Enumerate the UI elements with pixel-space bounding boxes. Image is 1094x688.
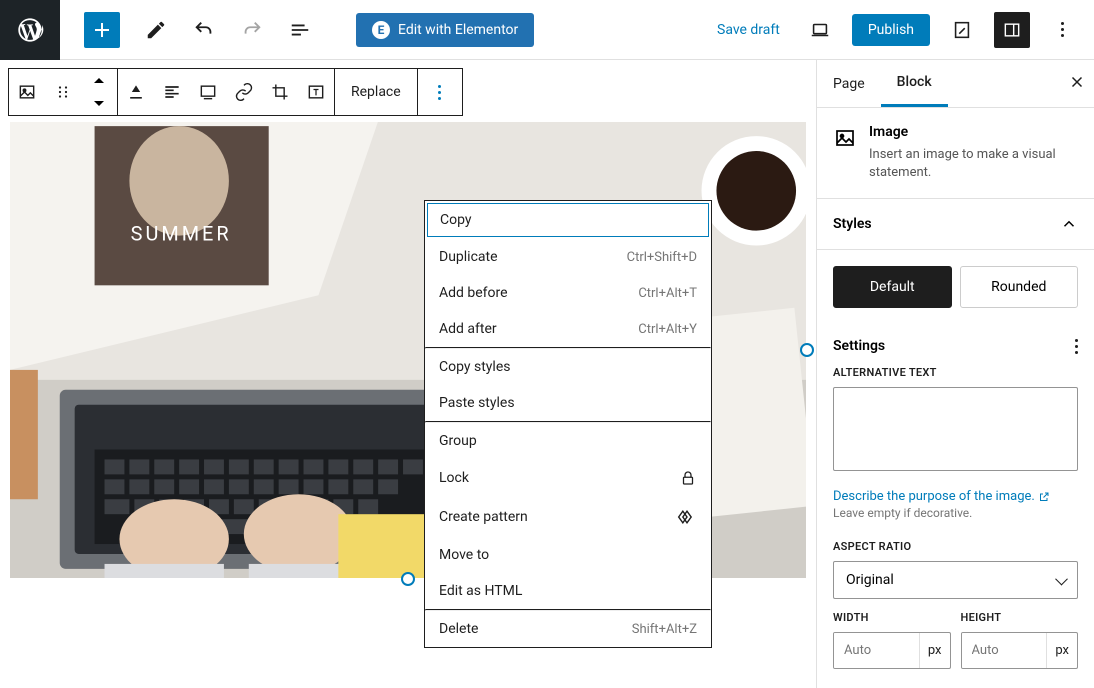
add-block-button[interactable] — [84, 12, 120, 48]
wordpress-logo[interactable] — [0, 0, 60, 60]
kebab-icon — [1075, 339, 1078, 354]
menu-copy-styles[interactable]: Copy styles — [425, 349, 711, 385]
height-input[interactable] — [962, 633, 1047, 668]
caption-button[interactable] — [190, 68, 226, 116]
external-link-icon — [1038, 491, 1050, 503]
crop-icon — [270, 82, 290, 102]
block-name: Image — [869, 124, 1078, 140]
replace-button[interactable]: Replace — [335, 69, 417, 115]
block-toolbar: Replace — [8, 68, 463, 116]
menu-edit-html[interactable]: Edit as HTML — [425, 573, 711, 609]
height-unit[interactable]: px — [1046, 633, 1077, 668]
elementor-button-label: Edit with Elementor — [398, 22, 518, 38]
height-label: HEIGHT — [961, 611, 1079, 624]
alt-help-note: Leave empty if decorative. — [833, 506, 1078, 520]
image-icon — [17, 82, 37, 102]
block-options-button[interactable] — [418, 69, 462, 115]
undo-button[interactable] — [180, 6, 228, 54]
width-input[interactable] — [834, 633, 919, 668]
styles-panel-toggle[interactable]: Styles — [817, 199, 1094, 250]
link-icon — [234, 82, 254, 102]
wordpress-icon — [16, 16, 44, 44]
styles-heading: Styles — [833, 216, 872, 232]
menu-add-after[interactable]: Add afterCtrl+Alt+Y — [425, 311, 711, 347]
kebab-icon — [438, 85, 441, 100]
chevron-up-icon — [93, 75, 105, 85]
menu-add-before[interactable]: Add beforeCtrl+Alt+T — [425, 275, 711, 311]
preview-button[interactable] — [796, 6, 844, 54]
redo-button[interactable] — [228, 6, 276, 54]
block-description: Insert an image to make a visual stateme… — [869, 146, 1078, 182]
save-draft-button[interactable]: Save draft — [709, 14, 788, 46]
move-down-button[interactable] — [81, 92, 117, 116]
menu-paste-styles[interactable]: Paste styles — [425, 385, 711, 421]
menu-lock[interactable]: Lock — [425, 459, 711, 497]
resize-handle-bottom[interactable] — [401, 572, 415, 586]
drag-handle[interactable] — [45, 68, 81, 116]
resize-handle-right[interactable] — [800, 343, 814, 357]
settings-heading: Settings — [833, 338, 885, 354]
redo-icon — [241, 19, 263, 41]
close-icon — [1068, 73, 1086, 91]
image-icon — [833, 126, 857, 150]
menu-group[interactable]: Group — [425, 423, 711, 459]
alt-help-link[interactable]: Describe the purpose of the image. — [833, 489, 1050, 504]
chevron-up-icon — [1060, 215, 1078, 233]
text-overlay-button[interactable] — [298, 68, 334, 116]
pattern-icon — [677, 507, 697, 527]
style-default-button[interactable]: Default — [833, 266, 952, 308]
context-menu: Copy DuplicateCtrl+Shift+D Add beforeCtr… — [424, 200, 712, 648]
settings-more-button[interactable] — [1075, 339, 1078, 354]
move-up-button[interactable] — [81, 68, 117, 92]
align-icon — [126, 82, 146, 102]
panel-icon — [1002, 20, 1022, 40]
align-button[interactable] — [118, 68, 154, 116]
list-view-icon — [289, 19, 311, 41]
caption-icon — [198, 82, 218, 102]
document-edit-icon — [951, 19, 973, 41]
width-unit[interactable]: px — [919, 633, 950, 668]
style-rounded-button[interactable]: Rounded — [960, 266, 1079, 308]
alt-text-label: ALTERNATIVE TEXT — [833, 366, 1078, 379]
menu-move-to[interactable]: Move to — [425, 537, 711, 573]
text-align-button[interactable] — [154, 68, 190, 116]
lock-icon — [679, 469, 697, 487]
crop-button[interactable] — [262, 68, 298, 116]
chevron-down-icon — [93, 99, 105, 109]
editor-canvas[interactable]: Replace — [0, 60, 816, 688]
menu-copy[interactable]: Copy — [427, 203, 709, 237]
undo-icon — [193, 19, 215, 41]
editor-settings-button[interactable] — [938, 6, 986, 54]
aspect-ratio-label: ASPECT RATIO — [833, 540, 1078, 553]
laptop-icon — [809, 19, 831, 41]
settings-sidebar: Page Block Image Insert an image to make… — [816, 60, 1094, 688]
more-options-button[interactable] — [1038, 6, 1086, 54]
menu-delete[interactable]: DeleteShift+Alt+Z — [425, 611, 711, 647]
alt-text-input[interactable] — [833, 387, 1078, 471]
menu-duplicate[interactable]: DuplicateCtrl+Shift+D — [425, 239, 711, 275]
list-view-button[interactable] — [276, 6, 324, 54]
link-button[interactable] — [226, 68, 262, 116]
tools-button[interactable] — [132, 6, 180, 54]
plus-icon — [90, 18, 114, 42]
edit-with-elementor-button[interactable]: E Edit with Elementor — [356, 13, 534, 47]
svg-text:SUMMER: SUMMER — [131, 223, 232, 246]
width-label: WIDTH — [833, 611, 951, 624]
menu-create-pattern[interactable]: Create pattern — [425, 497, 711, 537]
text-overlay-icon — [306, 82, 326, 102]
sidebar-toggle-button[interactable] — [994, 12, 1030, 48]
pencil-icon — [145, 19, 167, 41]
aspect-ratio-select[interactable]: Original — [833, 561, 1078, 599]
close-sidebar-button[interactable] — [1068, 72, 1086, 96]
block-type-button[interactable] — [9, 68, 45, 116]
drag-icon — [54, 83, 72, 101]
text-align-icon — [162, 82, 182, 102]
publish-button[interactable]: Publish — [852, 14, 930, 46]
tab-page[interactable]: Page — [817, 62, 881, 106]
elementor-icon: E — [372, 21, 390, 39]
kebab-icon — [1061, 22, 1064, 37]
tab-block[interactable]: Block — [881, 60, 948, 107]
